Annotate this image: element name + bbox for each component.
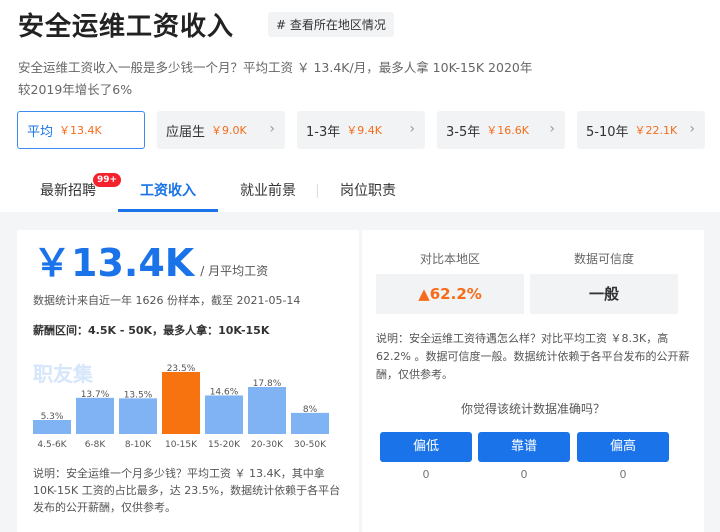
category-tick-label: 4.5-6K xyxy=(37,440,67,450)
bar-value-label: 13.7% xyxy=(81,390,110,400)
page-title: 安全运维工资收入 xyxy=(18,12,235,42)
tab-recruitment[interactable]: 最新招聘 99+ xyxy=(18,170,123,212)
bar-value-label: 13.5% xyxy=(124,390,153,400)
tab-label: 就业前景 xyxy=(240,183,296,199)
compare-card: 对比本地区 数据可信度 ▲62.2% 一般 说明：安全运维工资待遇怎么样？对比平… xyxy=(362,230,704,532)
salary-distribution-chart: 5.3% 4.5-6K 13.7% 6-8K 13.5% 8-10K 23.5% 10-15K… xyxy=(33,364,329,450)
bar-20-30K xyxy=(248,387,286,434)
level-label: 平均 xyxy=(27,124,54,140)
level-graduate[interactable]: 应届生 ￥9.0K › xyxy=(157,111,285,149)
vote-high-button[interactable]: 偏高 xyxy=(577,432,669,462)
bar-10-15K xyxy=(162,371,200,434)
compare-local-value: ▲62.2% xyxy=(376,274,524,314)
level-value: ￥9.4K xyxy=(346,124,382,137)
level-label: 5-10年 xyxy=(586,124,629,140)
chevron-right-icon: › xyxy=(549,121,555,137)
bar-value-label: 14.6% xyxy=(210,387,239,397)
tab-label: 最新招聘 xyxy=(40,183,96,199)
confidence-label: 数据可信度 xyxy=(573,252,634,266)
level-value: ￥22.1K xyxy=(634,124,678,137)
level-5-10-years[interactable]: 5-10年 ￥22.1K › xyxy=(577,111,705,149)
chevron-right-icon: › xyxy=(689,121,695,137)
bar-8-10K xyxy=(119,398,157,434)
bar-4.5-6K xyxy=(33,420,71,434)
compare-description: 说明：安全运维工资待遇怎么样？对比平均工资 ￥8.3K，高 62.2% 。数据可… xyxy=(376,332,690,381)
chart-description: 说明：安全运维一个月多少钱？平均工资 ￥ 13.4K，其中拿 10K-15K 工… xyxy=(33,467,341,514)
level-average[interactable]: 平均 ￥13.4K xyxy=(17,111,145,149)
salary-description: 安全运维工资收入一般是多少钱一个月？平均工资 ￥ 13.4K/月，最多人拿 10… xyxy=(18,60,533,97)
section-tabs: 最新招聘 99+ 工资收入 就业前景 岗位职责 xyxy=(18,170,418,212)
level-value: ￥16.6K xyxy=(486,124,529,137)
chevron-right-icon: › xyxy=(409,121,415,137)
category-tick-label: 10-15K xyxy=(165,440,198,450)
page-header: 安全运维工资收入 # 查看所在地区情况 安全运维工资收入一般是多少钱一个月？平均… xyxy=(0,0,720,104)
compare-local-label: 对比本地区 xyxy=(419,252,480,266)
level-value: ￥13.4K xyxy=(59,124,102,137)
bar-value-label: 8% xyxy=(303,405,318,415)
bar-value-label: 5.3% xyxy=(41,412,64,422)
category-tick-label: 20-30K xyxy=(251,440,284,450)
experience-level-row: 平均 ￥13.4K 应届生 ￥9.0K › 1-3年 ￥9.4K › 3-5年 … xyxy=(17,111,720,149)
region-tag-button[interactable]: # 查看所在地区情况 xyxy=(268,12,394,37)
level-label: 应届生 xyxy=(166,124,206,140)
salary-card: ￥13.4K / 月平均工资 数据统计来自近一年 1626 份样本，截至 202… xyxy=(17,230,359,532)
sample-note: 数据统计来自近一年 1626 份样本，截至 2021-05-14 xyxy=(33,294,301,307)
level-label: 1-3年 xyxy=(306,124,341,140)
category-tick-label: 30-50K xyxy=(294,440,327,450)
category-tick-label: 8-10K xyxy=(125,440,152,450)
salary-unit: / 月平均工资 xyxy=(200,264,269,278)
tab-prospects[interactable]: 就业前景 xyxy=(218,170,318,212)
level-value: ￥9.0K xyxy=(211,124,247,137)
category-tick-label: 6-8K xyxy=(85,440,107,450)
average-salary: ￥13.4K xyxy=(33,241,195,285)
tab-label: 工资收入 xyxy=(140,183,196,199)
confidence-value: 一般 xyxy=(530,274,678,314)
compare-percent: 62.2% xyxy=(429,285,482,303)
bar-6-8K xyxy=(76,397,114,434)
vote-low-count: 0 xyxy=(422,468,430,481)
category-tick-label: 15-20K xyxy=(208,440,241,450)
level-1-3-years[interactable]: 1-3年 ￥9.4K › xyxy=(297,111,425,149)
salary-range: 薪酬区间：4.5K - 50K，最多人拿：10K-15K xyxy=(33,324,270,337)
tab-duties[interactable]: 岗位职责 xyxy=(318,170,418,212)
vote-reliable-count: 0 xyxy=(520,468,528,481)
tab-salary[interactable]: 工资收入 xyxy=(118,170,218,212)
bar-value-label: 17.8% xyxy=(253,379,282,389)
vote-low-button[interactable]: 偏低 xyxy=(380,432,472,462)
tab-label: 岗位职责 xyxy=(340,183,396,199)
accuracy-question: 你觉得该统计数据准确吗？ xyxy=(460,402,605,416)
chevron-right-icon: › xyxy=(269,121,275,137)
bar-value-label: 23.5% xyxy=(167,364,196,374)
arrow-up-icon: ▲ xyxy=(418,285,430,303)
bar-30-50K xyxy=(291,412,329,434)
vote-high-count: 0 xyxy=(619,468,627,481)
vote-reliable-button[interactable]: 靠谱 xyxy=(478,432,570,462)
level-3-5-years[interactable]: 3-5年 ￥16.6K › xyxy=(437,111,565,149)
level-label: 3-5年 xyxy=(446,124,481,140)
bar-15-20K xyxy=(205,395,243,434)
